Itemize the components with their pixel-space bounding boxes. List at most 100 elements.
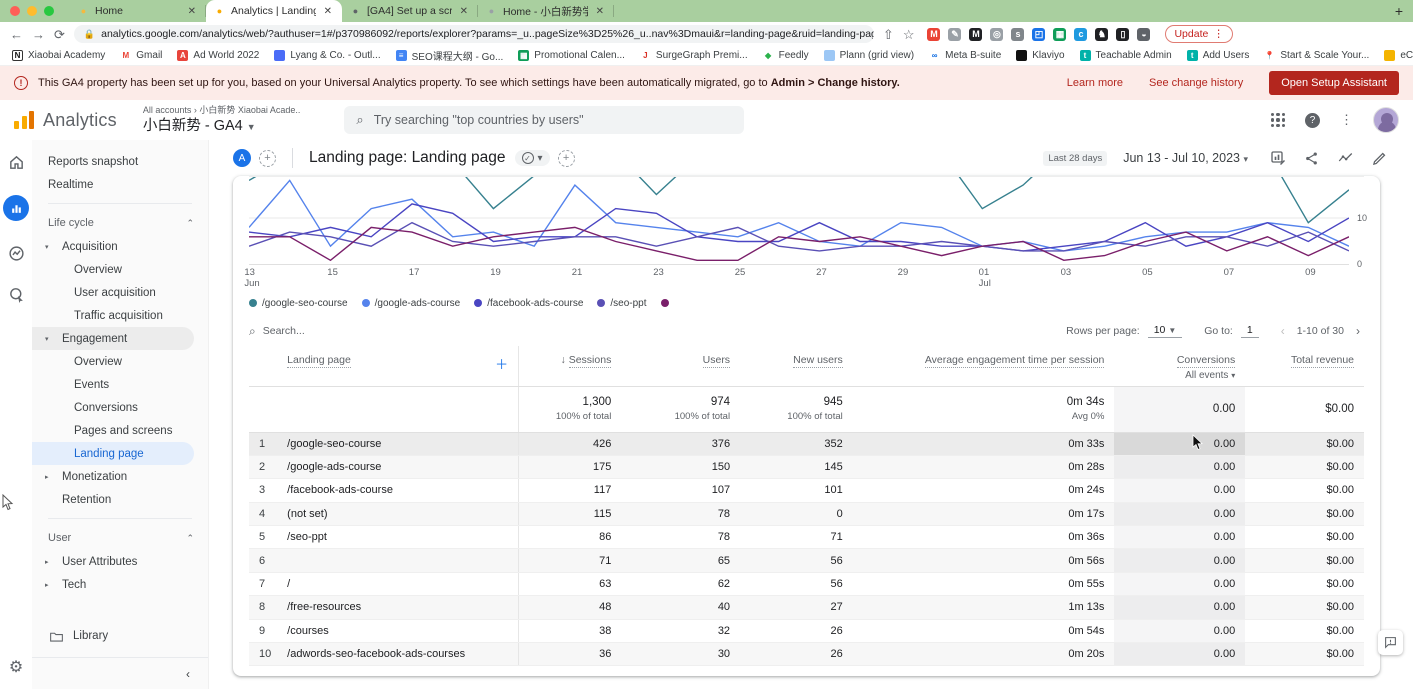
maximize-window-icon[interactable] [44,6,54,16]
column-landing-page[interactable]: Landing page [287,354,351,368]
expand-arrow-icon[interactable]: ▾ [45,335,49,343]
bookmark-6[interactable]: JSurgeGraph Premi... [640,50,748,61]
table-row-6[interactable]: 67165560m 56s0.00$0.00 [249,549,1364,572]
table-row-5[interactable]: 5/seo-ppt8678710m 36s0.00$0.00 [249,526,1364,549]
bookmark-2[interactable]: AAd World 2022 [177,50,259,61]
reports-icon[interactable] [3,195,29,221]
sidebar-item-pages-and-screens[interactable]: Pages and screens [32,419,208,442]
sidebar-item-library[interactable]: Library [32,623,208,649]
extension-icon-6[interactable]: ▦ [1053,28,1066,41]
bookmark-4[interactable]: ≡SEO课程大纲 - Go... [396,48,504,63]
extension-icon-5[interactable]: ◰ [1032,28,1045,41]
share-icon[interactable] [1304,151,1319,166]
home-icon[interactable] [8,154,25,171]
bookmark-9[interactable]: ∞Meta B-suite [929,50,1001,61]
collapse-sidebar-icon[interactable]: ‹ [186,667,190,681]
extension-icon-9[interactable]: ▯ [1116,28,1129,41]
column-total-revenue[interactable]: Total revenue [1291,354,1354,368]
bookmark-1[interactable]: MGmail [120,50,162,61]
analytics-logo-icon[interactable] [14,111,34,129]
sidebar-section-user[interactable]: User⌃ [32,526,208,550]
collapse-arrow-icon[interactable]: ▸ [45,581,49,589]
table-row-4[interactable]: 4(not set)1157800m 17s0.00$0.00 [249,502,1364,525]
expand-arrow-icon[interactable]: ▾ [45,243,49,251]
extension-icon-2[interactable]: M [969,28,982,41]
avatar[interactable] [1373,107,1399,133]
legend-item-1[interactable]: /google-ads-course [362,298,461,309]
sidebar-item-retention[interactable]: Retention [32,488,208,511]
see-change-history-link[interactable]: See change history [1149,77,1243,89]
sidebar-item-events[interactable]: Events [32,373,208,396]
extension-icon-10[interactable]: ◒ [1137,28,1150,41]
column-sessions[interactable]: Sessions [569,354,612,368]
bookmark-12[interactable]: tAdd Users [1187,50,1250,61]
sidebar-item-tech[interactable]: ▸Tech [32,573,208,596]
sidebar-item-reports-snapshot[interactable]: Reports snapshot [32,150,208,173]
extension-icon-1[interactable]: ✎ [948,28,961,41]
bookmark-10[interactable]: Klaviyo [1016,50,1064,61]
sidebar-item-engagement[interactable]: ▾Engagement [32,327,194,350]
column-conversions[interactable]: Conversions [1177,354,1235,368]
extension-icon-3[interactable]: ◎ [990,28,1003,41]
bookmark-0[interactable]: NXiaobai Academy [12,50,105,61]
bookmark-8[interactable]: Plann (grid view) [824,50,914,61]
bookmark-3[interactable]: Lyang & Co. - Outl... [274,50,380,61]
sidebar-item-overview[interactable]: Overview [32,350,208,373]
extension-icon-8[interactable]: ♞ [1095,28,1108,41]
customize-report-icon[interactable] [1270,150,1286,166]
table-row-7[interactable]: 7/6362560m 55s0.00$0.00 [249,572,1364,595]
legend-item-4[interactable] [661,299,674,307]
rows-per-page-select[interactable]: 10 ▼ [1148,324,1183,338]
extension-icon-7[interactable]: c [1074,28,1087,41]
sidebar-item-monetization[interactable]: ▸Monetization [32,465,208,488]
column-avg-engagement[interactable]: Average engagement time per session [925,354,1105,368]
new-tab-button[interactable]: + [1385,3,1413,19]
close-tab-icon[interactable]: ✕ [186,6,198,17]
variant-a-badge[interactable]: A [233,149,251,167]
bookmark-11[interactable]: tTeachable Admin [1080,50,1172,61]
column-users[interactable]: Users [703,354,730,368]
chrome-update-button[interactable]: Update ⋮ [1165,25,1232,43]
share-page-icon[interactable]: ⇧ [883,28,894,41]
legend-item-2[interactable]: /facebook-ads-course [474,298,583,309]
collapse-arrow-icon[interactable]: ▸ [45,558,49,566]
sidebar-item-acquisition[interactable]: ▾Acquisition [32,235,208,258]
sidebar-item-landing-page[interactable]: Landing page [32,442,194,465]
add-comparison-icon[interactable]: + [259,150,276,167]
browser-tab-0[interactable]: ● Home ✕ [70,0,206,22]
account-switcher[interactable]: All accounts › 小白新势 Xiaobai Acade.. 小白新势… [143,105,301,134]
extension-icon-4[interactable]: s [1011,28,1024,41]
add-dimension-icon[interactable]: ＋ [495,354,508,373]
help-icon[interactable]: ? [1305,113,1320,128]
sidebar-item-user-acquisition[interactable]: User acquisition [32,281,208,304]
back-icon[interactable]: ← [10,28,23,41]
table-row-10[interactable]: 10/adwords-seo-facebook-ads-courses36302… [249,643,1364,666]
minimize-window-icon[interactable] [27,6,37,16]
edit-icon[interactable] [1372,151,1387,166]
conversions-event-select[interactable]: All events ▾ [1124,370,1235,381]
bookmark-5[interactable]: ▦Promotional Calen... [518,50,625,61]
extension-icon-0[interactable]: M [927,28,940,41]
sidebar-section-life-cycle[interactable]: Life cycle⌃ [32,211,208,235]
prev-page-icon[interactable]: ‹ [1277,324,1289,338]
close-tab-icon[interactable]: ✕ [458,6,470,17]
date-range-picker[interactable]: Jun 13 - Jul 10, 2023 ▾ [1123,151,1248,165]
feedback-button[interactable] [1378,630,1403,655]
legend-item-0[interactable]: /google-seo-course [249,298,348,309]
address-bar[interactable]: 🔒 analytics.google.com/analytics/web/?au… [74,25,874,43]
collapse-arrow-icon[interactable]: ▸ [45,473,49,481]
table-row-3[interactable]: 3/facebook-ads-course1171071010m 24s0.00… [249,479,1364,502]
add-filter-icon[interactable]: + [558,150,575,167]
bookmark-13[interactable]: 📍Start & Scale Your... [1264,50,1369,61]
macos-window-controls[interactable] [10,0,54,22]
table-row-9[interactable]: 9/courses3832260m 54s0.00$0.00 [249,619,1364,642]
sidebar-item-traffic-acquisition[interactable]: Traffic acquisition [32,304,208,327]
goto-page-input[interactable]: 1 [1241,324,1259,338]
column-new-users[interactable]: New users [793,354,843,368]
browser-tab-1[interactable]: ● Analytics | Landing page: Land ✕ [206,0,342,22]
learn-more-link[interactable]: Learn more [1067,77,1123,89]
open-setup-assistant-button[interactable]: Open Setup Assistant [1269,71,1399,95]
browser-tab-2[interactable]: ● [GA4] Set up a scroll conversio ✕ [342,0,478,22]
search-input[interactable]: ⌕ Try searching "top countries by users" [344,106,744,134]
google-apps-grid-icon[interactable] [1271,113,1285,127]
